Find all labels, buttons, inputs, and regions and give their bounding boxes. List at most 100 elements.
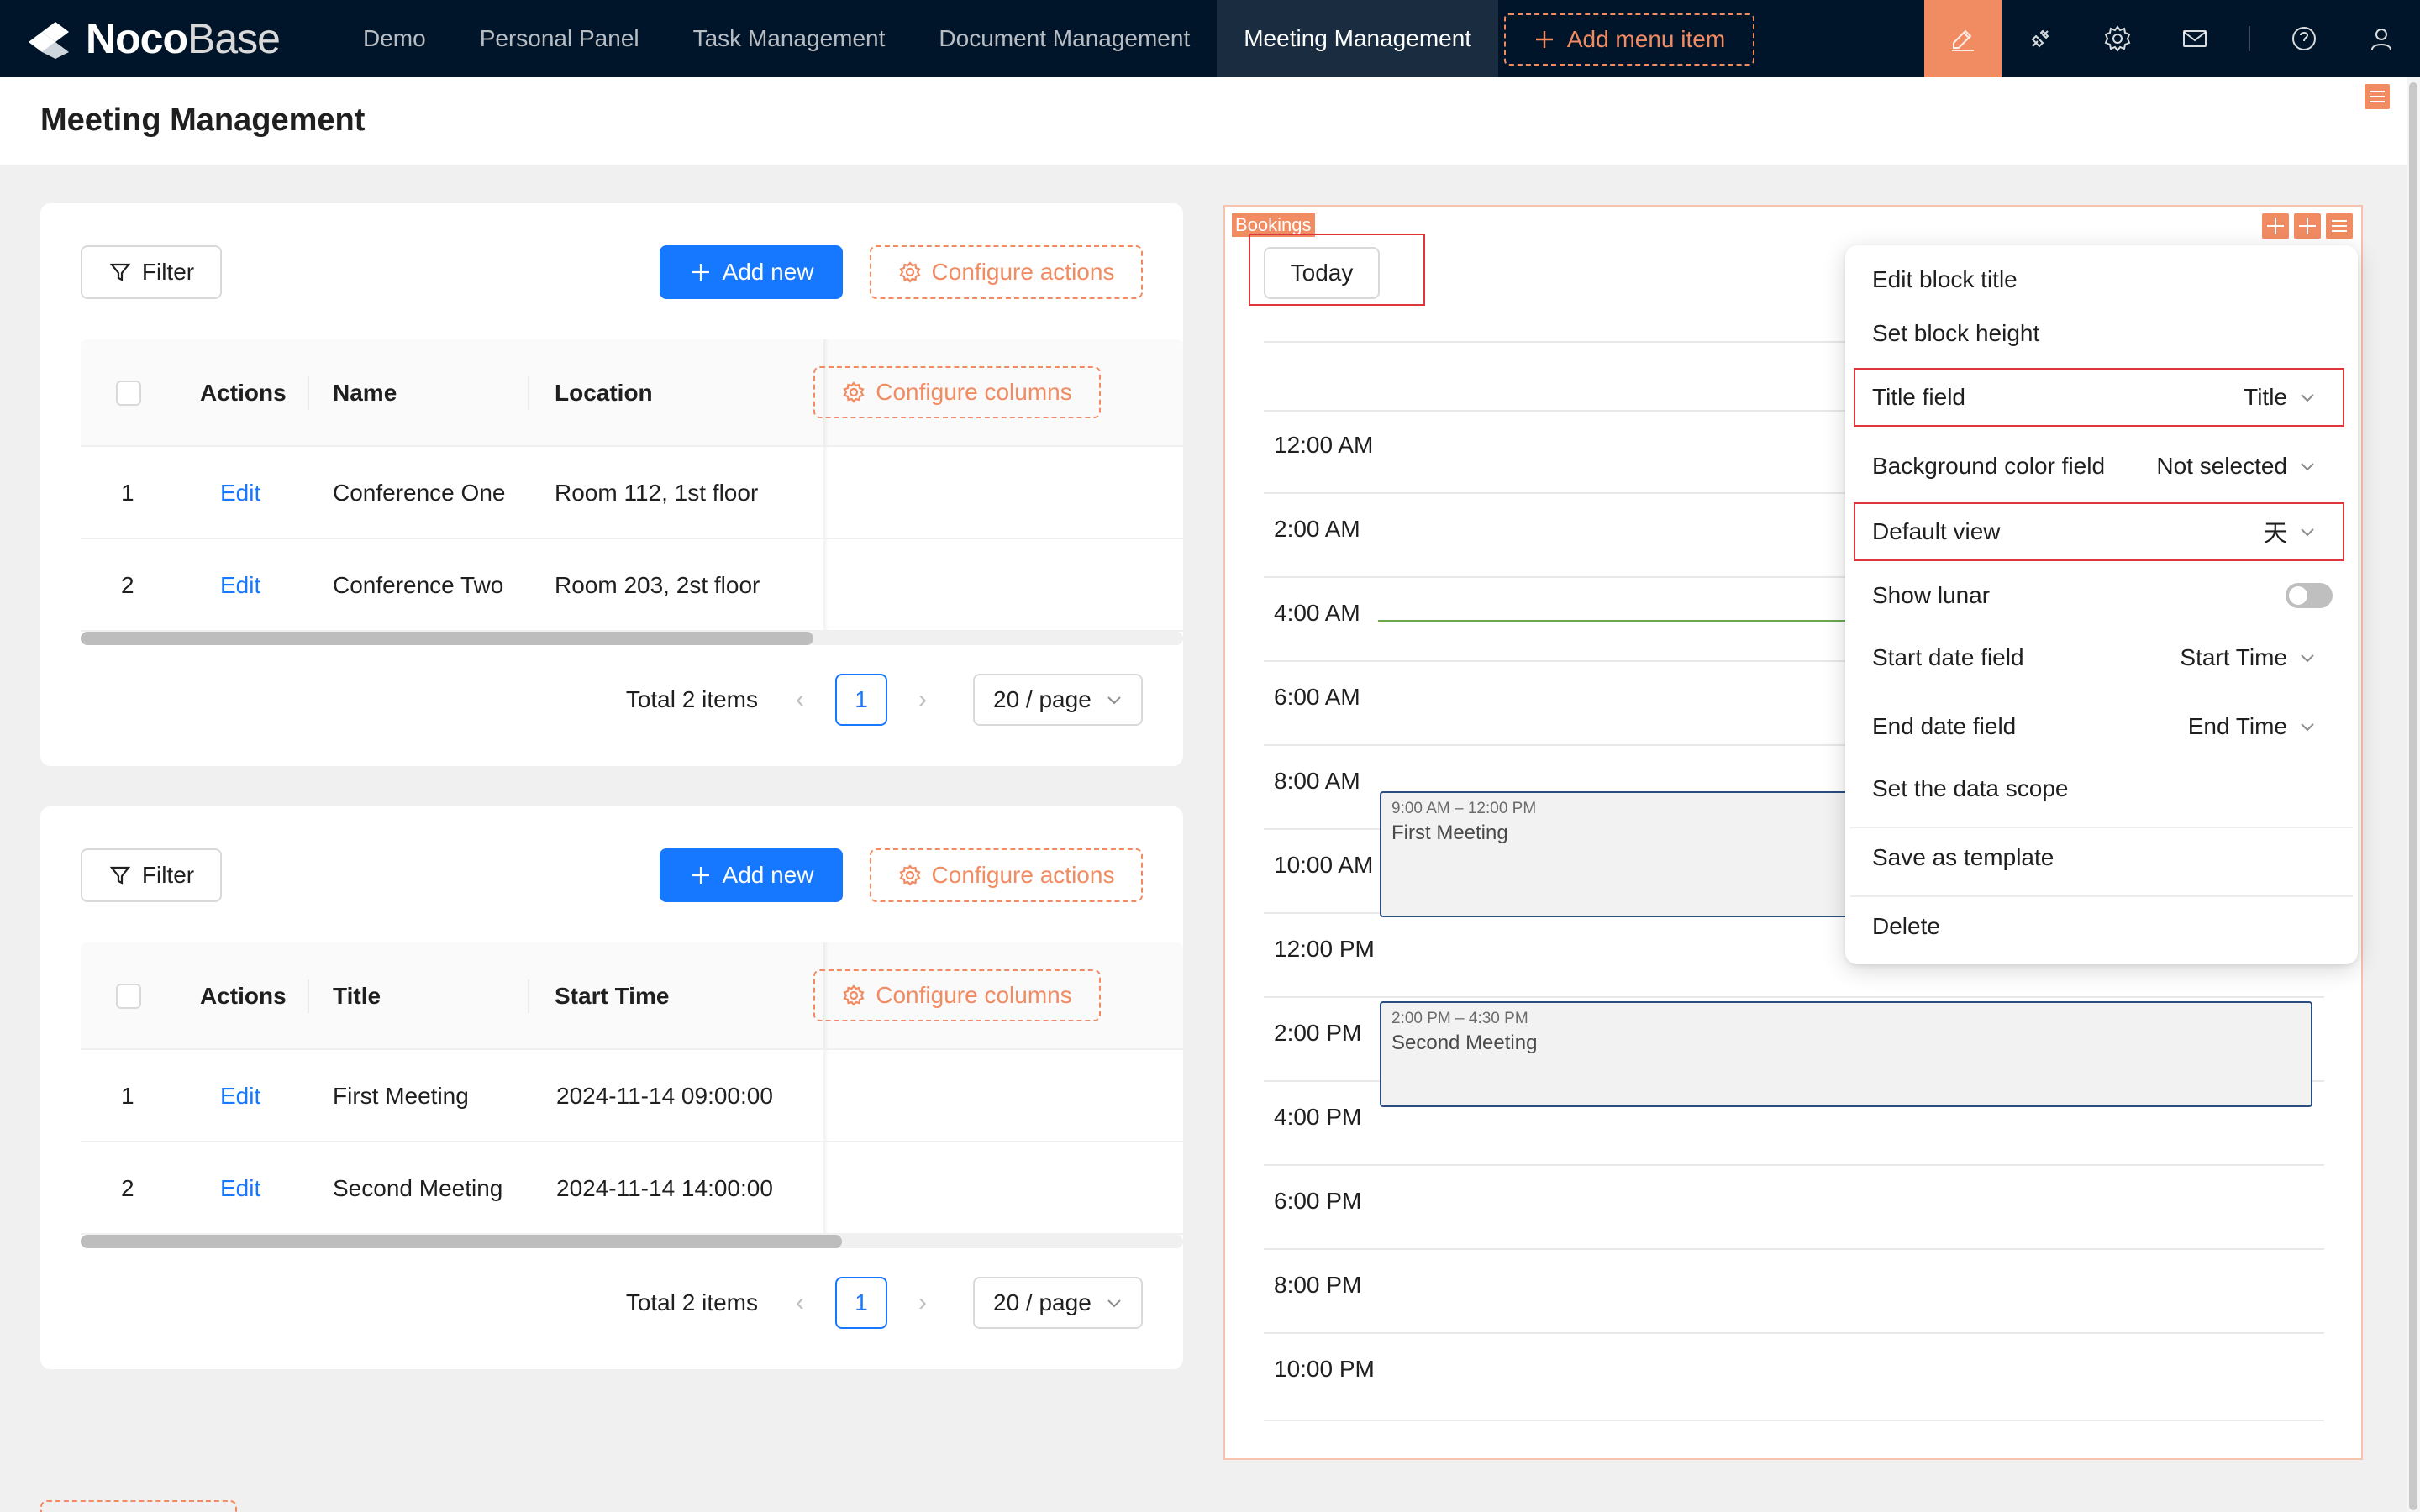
rooms-table-block: Filter Add new Configure actions Actions… xyxy=(40,203,1183,766)
scrollbar-thumb[interactable] xyxy=(81,1235,842,1248)
set-block-height-item[interactable]: Set block height xyxy=(1845,304,2358,363)
add-new-button[interactable]: Add new xyxy=(660,848,843,902)
gear-icon xyxy=(898,864,921,886)
filter-button[interactable]: Filter xyxy=(81,245,222,299)
page-title: Meeting Management xyxy=(40,102,366,138)
menu-item-personal-panel[interactable]: Personal Panel xyxy=(453,0,666,77)
help-button[interactable] xyxy=(2265,0,2343,77)
brand-logo[interactable]: NocoBase xyxy=(24,0,281,77)
user-menu-button[interactable] xyxy=(2343,0,2420,77)
mail-button[interactable] xyxy=(2156,0,2233,77)
menu-item-document-management[interactable]: Document Management xyxy=(912,0,1217,77)
filter-button[interactable]: Filter xyxy=(81,848,222,902)
add-block-placeholder[interactable] xyxy=(40,1500,237,1512)
page-header: Meeting Management xyxy=(0,77,2407,165)
column-shadow xyxy=(823,447,829,538)
delete-block-item[interactable]: Delete xyxy=(1845,897,2358,956)
default-view-item[interactable]: Default view 天 xyxy=(1845,502,2358,561)
set-data-scope-item[interactable]: Set the data scope xyxy=(1845,759,2358,818)
today-button[interactable]: Today xyxy=(1264,247,1380,299)
show-lunar-item[interactable]: Show lunar xyxy=(1845,566,2358,625)
top-navigation-bar: NocoBase Demo Personal Panel Task Manage… xyxy=(0,0,2420,77)
show-lunar-toggle[interactable] xyxy=(2286,583,2333,608)
calendar-gridline xyxy=(1264,1164,2324,1166)
column-header-start-time[interactable]: Start Time xyxy=(555,942,669,1050)
next-page-icon[interactable]: › xyxy=(906,1289,939,1317)
column-shadow xyxy=(823,1142,829,1233)
scrollbar-thumb[interactable] xyxy=(2409,82,2417,1510)
background-color-field-value: Not selected xyxy=(2156,453,2287,479)
end-date-field-item[interactable]: End date field End Time xyxy=(1845,697,2358,756)
select-all-checkbox[interactable] xyxy=(116,381,141,406)
row-index: 1 xyxy=(121,480,134,506)
scrollbar-thumb[interactable] xyxy=(81,632,813,645)
plugin-manager-button[interactable] xyxy=(2002,0,2079,77)
current-page[interactable]: 1 xyxy=(835,674,887,726)
start-date-field-item[interactable]: Start date field Start Time xyxy=(1845,628,2358,687)
column-header-title[interactable]: Title xyxy=(333,942,381,1050)
filter-label: Filter xyxy=(141,862,195,888)
configure-actions-button[interactable]: Configure actions xyxy=(870,245,1143,299)
menu-item-meeting-management[interactable]: Meeting Management xyxy=(1217,0,1499,77)
configure-columns-button[interactable]: Configure columns xyxy=(813,969,1101,1021)
column-header-location[interactable]: Location xyxy=(555,339,653,447)
background-color-field-item[interactable]: Background color field Not selected xyxy=(1845,437,2358,496)
menu-item-task-management[interactable]: Task Management xyxy=(666,0,913,77)
ui-editor-button[interactable] xyxy=(1924,0,2002,77)
table-row: 2 Edit Second Meeting 2024-11-14 14:00:0… xyxy=(81,1142,1183,1235)
configure-columns-button[interactable]: Configure columns xyxy=(813,366,1101,418)
menu-item-demo[interactable]: Demo xyxy=(336,0,453,77)
drag-handle-icon[interactable] xyxy=(2262,213,2289,239)
edit-link[interactable]: Edit xyxy=(220,1050,260,1142)
main-menu: Demo Personal Panel Task Management Docu… xyxy=(336,0,1499,77)
ui-editor-icon xyxy=(1952,29,1974,51)
prev-page-icon[interactable]: ‹ xyxy=(783,685,817,714)
next-page-icon[interactable]: › xyxy=(906,685,939,714)
time-slot-label: 12:00 PM xyxy=(1274,936,1375,962)
calendar-gridline xyxy=(1264,1420,2324,1421)
plus-icon xyxy=(692,867,709,884)
chevron-down-icon xyxy=(2301,654,2314,663)
edit-block-title-item[interactable]: Edit block title xyxy=(1845,250,2358,309)
configure-actions-label: Configure actions xyxy=(931,862,1115,888)
row-index: 2 xyxy=(121,1175,134,1201)
meetings-table: Actions Title Start Time Configure colum… xyxy=(81,942,1183,1235)
edit-link[interactable]: Edit xyxy=(220,539,260,632)
cell-title: First Meeting xyxy=(333,1083,469,1109)
page-vertical-scrollbar[interactable] xyxy=(2407,77,2420,1512)
filter-icon xyxy=(109,263,131,281)
save-as-template-item[interactable]: Save as template xyxy=(1845,828,2358,887)
column-divider xyxy=(528,979,529,1013)
gear-icon xyxy=(898,261,921,283)
page-size-select[interactable]: 20 / page xyxy=(973,1277,1143,1329)
time-slot-label: 2:00 AM xyxy=(1274,516,1360,542)
edit-link[interactable]: Edit xyxy=(220,1142,260,1235)
column-header-actions: Actions xyxy=(200,380,287,406)
chevron-down-icon xyxy=(2301,463,2314,471)
table-row: 1 Edit First Meeting 2024-11-14 09:00:00 xyxy=(81,1050,1183,1142)
current-page[interactable]: 1 xyxy=(835,1277,887,1329)
horizontal-scrollbar[interactable] xyxy=(81,1235,1183,1248)
cell-start-time: 2024-11-14 14:00:00 xyxy=(556,1175,773,1201)
chevron-down-icon xyxy=(2301,528,2314,537)
add-menu-item-button[interactable]: Add menu item xyxy=(1504,13,1754,66)
time-slot-label: 8:00 PM xyxy=(1274,1272,1362,1298)
prev-page-icon[interactable]: ‹ xyxy=(783,1289,817,1317)
title-field-item[interactable]: Title field Title xyxy=(1845,368,2358,427)
chevron-down-icon xyxy=(1107,696,1121,705)
column-header-name[interactable]: Name xyxy=(333,339,397,447)
horizontal-scrollbar[interactable] xyxy=(81,632,1183,645)
nocobase-logo-icon xyxy=(29,22,69,59)
block-settings-icon[interactable] xyxy=(2326,213,2353,239)
configure-actions-button[interactable]: Configure actions xyxy=(870,848,1143,902)
calendar-event[interactable]: 2:00 PM – 4:30 PM Second Meeting xyxy=(1380,1001,2312,1107)
page-settings-menu-icon[interactable] xyxy=(2365,84,2390,109)
page-size-select[interactable]: 20 / page xyxy=(973,674,1143,726)
edit-link[interactable]: Edit xyxy=(220,447,260,539)
select-all-checkbox[interactable] xyxy=(116,984,141,1009)
cell-location: Room 203, 2st floor xyxy=(555,572,760,598)
add-new-button[interactable]: Add new xyxy=(660,245,843,299)
settings-button[interactable] xyxy=(2079,0,2156,77)
menu-item-label: Title field xyxy=(1872,384,1966,410)
add-block-icon[interactable] xyxy=(2294,213,2321,239)
